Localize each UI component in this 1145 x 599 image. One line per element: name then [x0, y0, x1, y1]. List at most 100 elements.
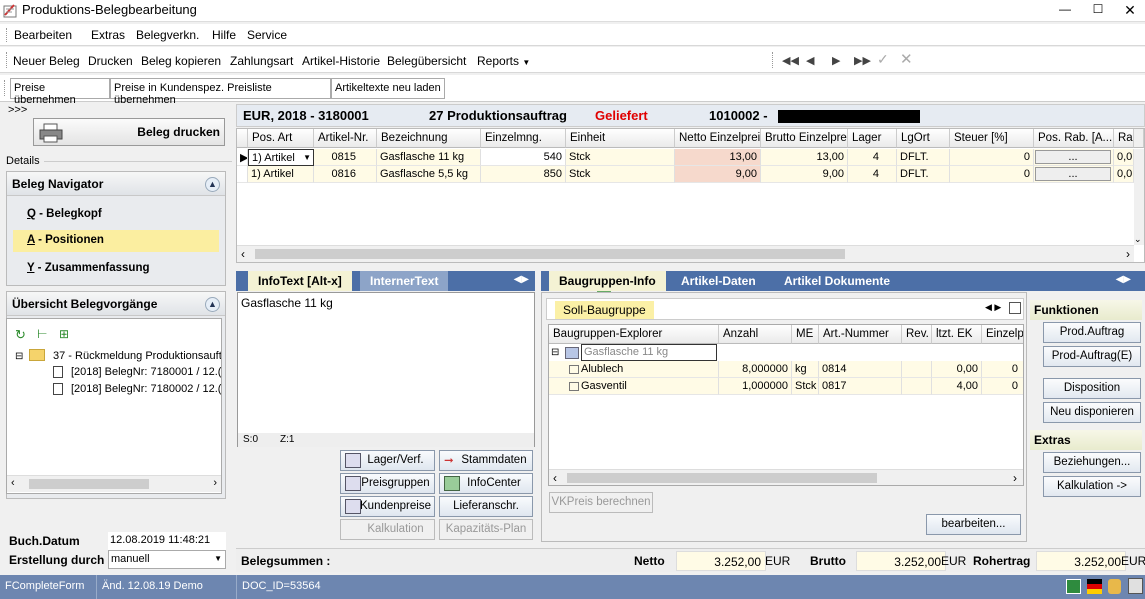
confirm-icon[interactable]: ✓ [877, 51, 889, 68]
tree-collapse-icon[interactable]: ⊢ [37, 327, 47, 341]
edit-button[interactable]: bearbeiten... [926, 514, 1021, 535]
table-cell[interactable]: Stck [792, 378, 819, 395]
menu-bearbeiten[interactable]: Bearbeiten [14, 28, 72, 42]
col-header[interactable]: Lager [848, 129, 897, 148]
col-header[interactable]: LgOrt [897, 129, 950, 148]
tree-node-beleg[interactable]: [2018] BelegNr: 7180002 / 12.( [71, 383, 221, 395]
last-record-icon[interactable]: ▶▶ [854, 54, 871, 67]
tab-baugruppen-info[interactable]: Baugruppen-Info [549, 271, 666, 291]
article-history-button[interactable]: Artikel-Historie [302, 54, 380, 68]
tab-scroll-icon[interactable]: ◀▶ [1116, 274, 1131, 285]
table-cell[interactable]: 13,00 [761, 149, 848, 166]
col-header[interactable]: Anzahl [719, 325, 792, 344]
table-cell[interactable]: 0,0 [1114, 166, 1134, 183]
col-header[interactable]: Baugruppen-Explorer [549, 325, 719, 344]
scroll-thumb[interactable] [567, 473, 877, 483]
col-header[interactable]: Steuer [%] [950, 129, 1034, 148]
table-cell[interactable]: 850 [481, 166, 566, 183]
print-doc-button[interactable]: Beleg drucken [33, 118, 225, 146]
cancel-icon[interactable]: ✕ [900, 50, 913, 68]
scroll-left-icon[interactable]: ‹ [11, 477, 15, 489]
close-icon[interactable]: ✕ [1120, 2, 1140, 19]
excel-icon[interactable] [1066, 579, 1081, 594]
grid-hscrollbar[interactable]: ‹ › [237, 245, 1134, 262]
infotext-editor[interactable]: Gasflasche 11 kg S:0 Z:1 [237, 292, 535, 447]
collapse-up-icon[interactable]: ▲ [205, 177, 220, 192]
stammdaten-button[interactable]: ➞ Stammdaten [439, 450, 533, 471]
print-button[interactable]: Drucken [88, 54, 133, 68]
col-header[interactable]: Einheit [566, 129, 675, 148]
table-cell[interactable]: 0 [950, 149, 1034, 166]
table-cell[interactable]: 4 [848, 149, 897, 166]
table-cell[interactable]: 4,00 [932, 378, 982, 395]
col-header[interactable]: Pos. Rab. [A... [1034, 129, 1114, 148]
scroll-right-icon[interactable]: › [213, 477, 217, 489]
table-cell[interactable]: 0,00 [932, 361, 982, 378]
maximize-icon[interactable]: ☐ [1088, 2, 1108, 16]
scroll-left-icon[interactable]: ‹ [553, 471, 557, 485]
table-cell[interactable]: Gasflasche 11 kg [377, 149, 481, 166]
subtab-scroll-icon[interactable]: ◀ ▶ [985, 302, 1001, 313]
col-header[interactable]: Einzelmng. [481, 129, 566, 148]
kapazitaet-button[interactable]: Kapazitäts-Plan [439, 519, 533, 540]
root-node[interactable]: Gasflasche 11 kg [581, 344, 717, 361]
disposition-button[interactable]: Disposition [1043, 378, 1141, 399]
table-cell[interactable]: 1,000000 [719, 378, 792, 395]
tree-hscrollbar[interactable]: ‹ › [7, 475, 221, 492]
table-cell[interactable]: DFLT. [897, 149, 950, 166]
buch-datum-field[interactable]: 12.08.2019 11:48:21 [108, 532, 226, 550]
prod-auftrag-button[interactable]: Prod.Auftrag [1043, 322, 1141, 343]
new-doc-button[interactable]: Neuer Beleg [13, 54, 80, 68]
tab-artikel-daten[interactable]: Artikel-Daten [671, 271, 766, 291]
tab-infotext[interactable]: InfoText [Alt-x] [248, 271, 352, 291]
scroll-thumb[interactable] [255, 249, 845, 259]
table-cell[interactable]: 0816 [314, 166, 377, 183]
menu-belegverkn[interactable]: Belegverkn. [136, 28, 199, 42]
reload-texts-button[interactable]: Artikeltexte neu laden [331, 78, 445, 99]
table-cell[interactable]: 13,00 [675, 149, 761, 166]
doc-overview-button[interactable]: Belegübersicht [387, 54, 466, 68]
german-flag-icon[interactable] [1087, 579, 1102, 594]
table-cell[interactable]: 0814 [819, 361, 902, 378]
tab-scroll-icon[interactable]: ◀▶ [514, 274, 529, 285]
col-header[interactable]: Ra [1114, 129, 1134, 148]
kundenpreise-button[interactable]: Kundenpreise [340, 496, 435, 517]
col-header[interactable]: Rev. [902, 325, 932, 344]
neu-disponieren-button[interactable]: Neu disponieren [1043, 402, 1141, 423]
menu-hilfe[interactable]: Hilfe [212, 28, 236, 42]
copy-doc-button[interactable]: Beleg kopieren [141, 54, 221, 68]
grip-handle[interactable] [6, 52, 9, 68]
tab-artikel-dokumente[interactable]: Artikel Dokumente [774, 271, 900, 291]
nav-belegkopf[interactable]: Q - Belegkopf [13, 204, 219, 226]
grip-handle[interactable] [772, 52, 775, 68]
vkpreis-button[interactable]: VKPreis berechnen [549, 492, 653, 513]
table-cell[interactable]: DFLT. [897, 166, 950, 183]
customer-pricelist-button[interactable]: Preise in Kundenspez. Preisliste überneh… [110, 78, 331, 106]
table-cell[interactable]: Stck [566, 166, 675, 183]
table-cell[interactable]: 1) Artikel [248, 166, 314, 183]
scroll-right-icon[interactable]: › [1126, 247, 1130, 261]
table-cell[interactable]: 0,0 [1114, 149, 1134, 166]
next-record-icon[interactable]: ▶ [832, 54, 840, 67]
tab-internertext[interactable]: InternerText [360, 271, 449, 291]
beziehungen-button[interactable]: Beziehungen... [1043, 452, 1141, 473]
tree-toggle-icon[interactable]: ⊟ [15, 351, 23, 362]
lock-icon[interactable] [1108, 579, 1121, 594]
lager-button[interactable]: Lager/Verf. [340, 450, 435, 471]
grip-handle[interactable] [6, 28, 9, 42]
col-header[interactable]: ltzt. EK [932, 325, 982, 344]
table-cell[interactable]: 0 [950, 166, 1034, 183]
kalkulation-button[interactable]: Kalkulation [340, 519, 435, 540]
rabatt-button[interactable]: ... [1034, 149, 1114, 166]
scroll-left-icon[interactable]: ‹ [241, 247, 245, 261]
minimize-icon[interactable]: — [1055, 2, 1075, 16]
col-header[interactable]: Pos. Art [248, 129, 314, 148]
nav-positionen[interactable]: A - Positionen [13, 230, 219, 252]
prod-auftrag-e-button[interactable]: Prod-Auftrag(E) [1043, 346, 1141, 367]
menu-extras[interactable]: Extras [91, 28, 125, 42]
ellipsis-button[interactable]: ... [1035, 167, 1111, 181]
table-cell[interactable]: 9,00 [761, 166, 848, 183]
table-cell[interactable]: 0 [982, 361, 1023, 378]
first-record-icon[interactable]: ◀◀ [782, 54, 799, 67]
lieferanschr-button[interactable]: Lieferanschr. [439, 496, 533, 517]
